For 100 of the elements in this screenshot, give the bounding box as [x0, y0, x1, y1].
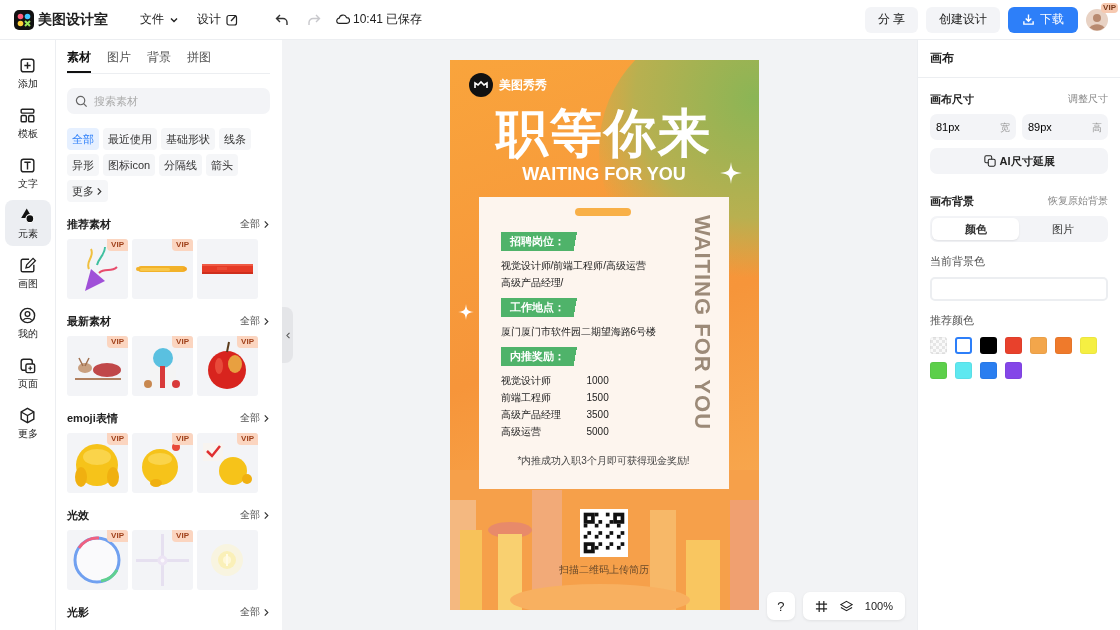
- section-title: 光影: [67, 604, 89, 620]
- poster-title: 职等你来: [496, 103, 712, 163]
- view-all-link[interactable]: 全部: [240, 605, 270, 619]
- filter-chip[interactable]: 分隔线: [159, 154, 203, 176]
- job-name: 前端工程师: [500, 391, 552, 405]
- rail-item[interactable]: 我的: [4, 300, 51, 346]
- color-swatch[interactable]: [1005, 337, 1022, 354]
- rail-item[interactable]: 模板: [4, 100, 51, 146]
- qr-code-icon: [580, 509, 628, 557]
- help-button[interactable]: ?: [766, 592, 795, 620]
- job-name: 高级产品经理: [500, 408, 562, 422]
- zoom-level[interactable]: 100%: [864, 600, 893, 612]
- reset-background-link[interactable]: 恢复原始背景: [1048, 194, 1108, 208]
- chevron-icon: [284, 330, 291, 340]
- section-title: 画布尺寸: [930, 91, 974, 107]
- panel-tab[interactable]: 拼图: [187, 49, 211, 73]
- panel-title: 画布: [918, 40, 1120, 78]
- layers-icon[interactable]: [839, 599, 853, 613]
- view-all-link[interactable]: 全部: [240, 314, 270, 328]
- rail-item[interactable]: 文字: [4, 150, 51, 196]
- more-chip[interactable]: 更多: [67, 180, 108, 202]
- note-text: *内推成功入职3个月即可获得现金奖励!: [516, 454, 691, 468]
- vip-badge: VIP: [172, 336, 193, 348]
- rail-item[interactable]: 添加: [4, 50, 51, 96]
- vip-badge: VIP: [107, 530, 128, 542]
- color-swatch[interactable]: [955, 362, 972, 379]
- vip-badge: VIP: [107, 433, 128, 445]
- edit-icon: [18, 255, 37, 275]
- color-swatch[interactable]: [980, 337, 997, 354]
- rail-item[interactable]: 页面: [4, 350, 51, 396]
- color-swatch[interactable]: [980, 362, 997, 379]
- vip-badge: VIP: [172, 239, 193, 251]
- brand-name: 美图秀秀: [498, 76, 547, 94]
- card-tab: [574, 208, 631, 216]
- cloud-icon: [336, 14, 350, 25]
- filter-chip[interactable]: 图标icon: [103, 154, 156, 176]
- view-all-link[interactable]: 全部: [240, 508, 270, 522]
- save-status: 10:41 已保存: [353, 11, 423, 28]
- page-add-icon: [18, 355, 37, 375]
- filter-chip[interactable]: 全部: [67, 128, 99, 150]
- user-icon: [18, 305, 37, 325]
- field-label: 推荐颜色: [930, 313, 975, 328]
- section-title: 画布背景: [930, 193, 974, 209]
- search-field[interactable]: 搜索素材: [67, 88, 270, 114]
- color-swatch[interactable]: [1030, 337, 1047, 354]
- segment-tab[interactable]: 颜色: [932, 218, 1019, 240]
- transparent-swatch[interactable]: [930, 337, 947, 354]
- section-title: 推荐素材: [67, 216, 111, 232]
- grid-icon[interactable]: [814, 599, 828, 613]
- design-menu[interactable]: 设计: [195, 6, 240, 33]
- vip-badge: VIP: [1101, 2, 1118, 13]
- app-name: 美图设计室: [38, 10, 108, 29]
- filter-chip[interactable]: 最近使用: [103, 128, 157, 150]
- avatar[interactable]: [1086, 8, 1108, 31]
- color-swatch[interactable]: [955, 337, 972, 354]
- plus-icon: [18, 55, 37, 75]
- create-design-button[interactable]: 创建设计: [926, 6, 1000, 33]
- color-swatch[interactable]: [1080, 337, 1097, 354]
- filter-chip[interactable]: 线条: [219, 128, 251, 150]
- segment-tab[interactable]: 图片: [1019, 218, 1106, 240]
- chevron-icon: [263, 413, 270, 423]
- panel-tab[interactable]: 图片: [107, 49, 131, 73]
- vip-badge: VIP: [172, 530, 193, 542]
- filter-chip[interactable]: 箭头: [206, 154, 239, 176]
- color-swatch[interactable]: [930, 362, 947, 379]
- filter-chip[interactable]: 异形: [67, 154, 99, 176]
- job-name: 视觉设计师: [500, 374, 552, 388]
- panel-tab[interactable]: 背景: [147, 49, 171, 73]
- cube-icon: [18, 405, 37, 425]
- collapse-handle[interactable]: [282, 307, 293, 363]
- filter-chip[interactable]: 基础形状: [161, 128, 215, 150]
- text-icon: [18, 155, 37, 175]
- poster-background[interactable]: 美图秀秀 职等你来 WAITING FOR YOU WAITING FOR YOU 招聘岗位： 视觉设计师/前端工程师/高级运营 高级产品经理/ 工作地点： 厦门厦门市软件园二期望海路6号楼 内推奖励： 视觉设计师 1000 前端工程师 1500 高级产品经理 3500 高级运营 5000 *内推成功入职3个月即可获得现金奖励! 扫描二维码上传简历: [449, 60, 759, 610]
- resize-link[interactable]: 调整尺寸: [1068, 92, 1108, 106]
- rail-item[interactable]: 更多: [4, 400, 51, 446]
- chevron-icon: [96, 186, 103, 196]
- section-title: emoji表情: [67, 410, 118, 426]
- view-all-link[interactable]: 全部: [240, 411, 270, 425]
- vip-badge: VIP: [172, 433, 193, 445]
- vip-badge: VIP: [107, 239, 128, 251]
- vip-badge: VIP: [237, 336, 258, 348]
- view-all-link[interactable]: 全部: [240, 217, 270, 231]
- ai-resize-button[interactable]: AI尺寸延展: [930, 148, 1108, 174]
- color-swatch[interactable]: [1005, 362, 1022, 379]
- reward-amount: 5000: [586, 425, 609, 439]
- section-title: 光效: [67, 507, 89, 523]
- color-swatch[interactable]: [1055, 337, 1072, 354]
- job-name: 高级运营: [500, 425, 542, 439]
- download-button[interactable]: 下载: [1008, 6, 1078, 33]
- share-button[interactable]: 分 享: [864, 6, 918, 33]
- unit-label: 宽: [1000, 121, 1010, 135]
- poster-subtitle: WAITING FOR YOU: [522, 163, 686, 185]
- rail-item[interactable]: 元素: [4, 200, 51, 246]
- reward-amount: 1000: [586, 374, 609, 388]
- panel-tab[interactable]: 素材: [67, 49, 91, 73]
- chevron-icon: [263, 316, 270, 326]
- brand-logo-icon: [468, 73, 493, 97]
- section-title: 最新素材: [67, 313, 111, 329]
- rail-item[interactable]: 画图: [4, 250, 51, 296]
- file-menu[interactable]: 文件: [138, 6, 181, 33]
